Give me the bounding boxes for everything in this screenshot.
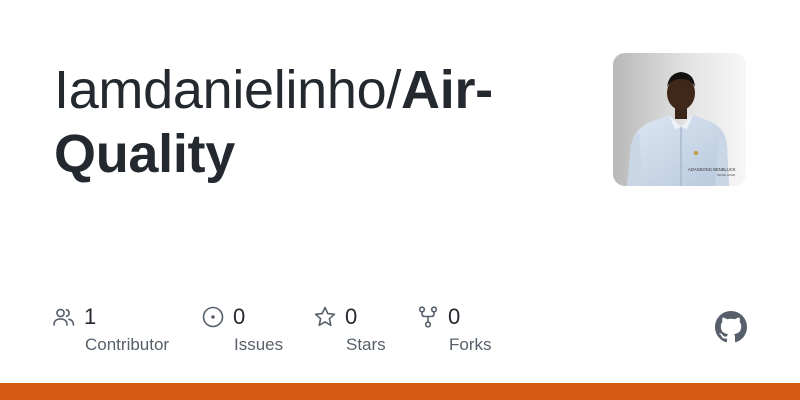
stat-label: Contributor [85, 335, 170, 354]
github-logo-icon [715, 311, 747, 343]
stat-value: 0 [233, 304, 246, 329]
stat-value: 0 [448, 304, 461, 329]
repo-social-card: Iamdanielinho/Air-Quality ADANSONG BENBL… [0, 0, 800, 400]
avatar-badge-subtext: DEVELOPER [717, 173, 736, 177]
avatar: ADANSONG BENBLUCK DEVELOPER [613, 53, 746, 186]
stat-label: Stars [346, 335, 386, 354]
stat-label: Issues [234, 335, 284, 354]
issue-icon [201, 305, 225, 329]
people-icon [52, 305, 76, 329]
stat-label: Forks [449, 335, 492, 354]
language-color-bar [0, 383, 800, 400]
stat-value: 1 [84, 304, 97, 329]
stat-value: 0 [345, 304, 358, 329]
repo-owner: Iamdanielinho/ [54, 60, 402, 120]
fork-icon [416, 305, 440, 329]
avatar-badge-text: ADANSONG BENBLUCK [688, 167, 736, 172]
repo-title: Iamdanielinho/Air-Quality [54, 58, 594, 186]
star-icon [313, 305, 337, 329]
